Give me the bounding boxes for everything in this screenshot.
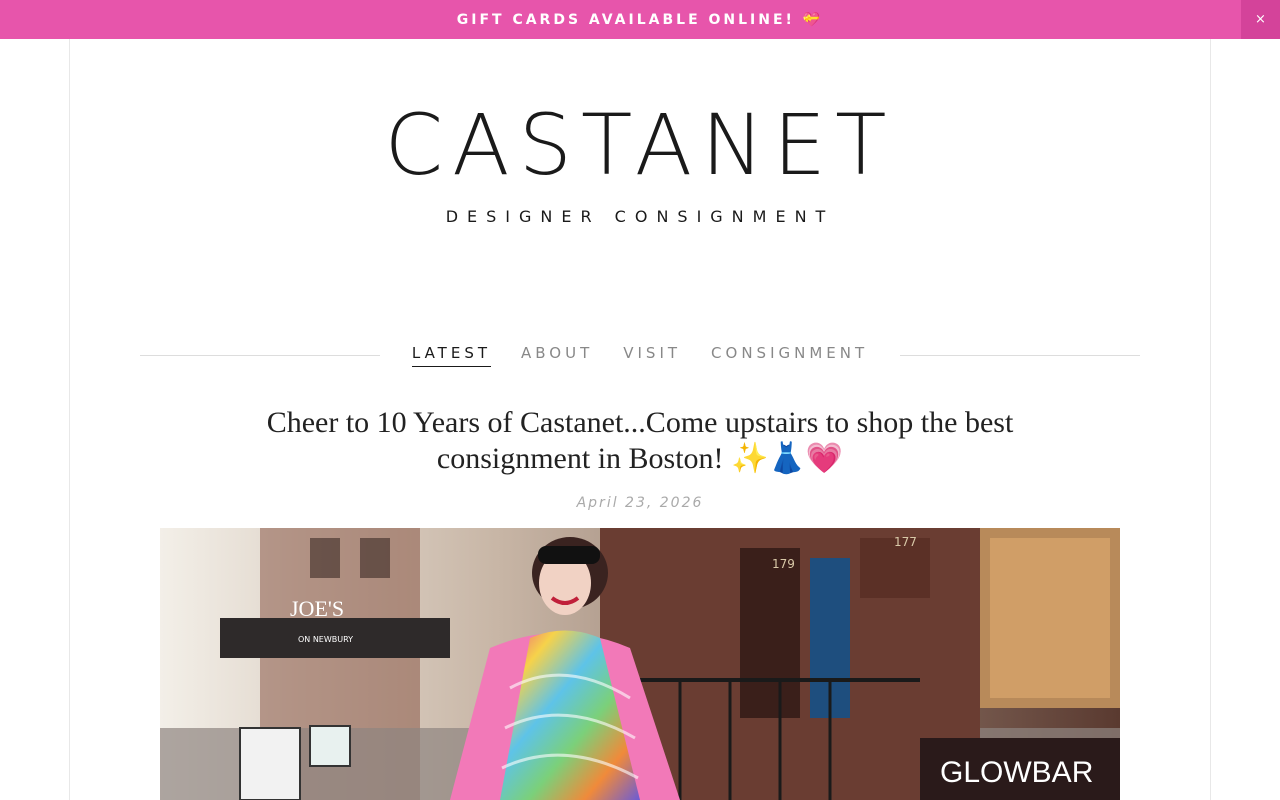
logo-name: CASTANET [384, 96, 896, 194]
hero-number-179: 179 [772, 557, 795, 571]
post-title[interactable]: Cheer to 10 Years of Castanet...Come ups… [200, 405, 1080, 477]
announcement-bar: GIFT CARDS AVAILABLE ONLINE! 💝 × [0, 0, 1280, 39]
close-announcement-button[interactable]: × [1241, 0, 1280, 39]
main-nav: LATEST ABOUT VISIT CONSIGNMENT [140, 335, 1141, 375]
nav-divider-left [140, 354, 380, 356]
post-date: April 23, 2026 [576, 495, 704, 511]
nav-item-consignment[interactable]: CONSIGNMENT [711, 344, 868, 366]
hero-number-177: 177 [894, 535, 917, 549]
nav-item-visit[interactable]: VISIT [623, 344, 681, 366]
site-logo[interactable]: CASTANET DESIGNER CONSIGNMENT [70, 103, 1210, 226]
announcement-text[interactable]: GIFT CARDS AVAILABLE ONLINE! 💝 [457, 12, 823, 28]
page-frame: CASTANET DESIGNER CONSIGNMENT LATEST ABO… [69, 39, 1211, 800]
close-icon: × [1255, 12, 1266, 27]
nav-item-latest[interactable]: LATEST [411, 344, 491, 367]
logo-tagline: DESIGNER CONSIGNMENT [445, 207, 835, 226]
post-hero-image[interactable]: JOE'S ON NEWBURY 179 177 GLOWBAR [160, 528, 1120, 800]
nav-item-about[interactable]: ABOUT [521, 344, 593, 366]
nav-divider-right [900, 354, 1141, 356]
hero-sign-newbury: ON NEWBURY [298, 635, 353, 644]
hero-sign-glowbar: GLOWBAR [940, 756, 1093, 789]
hero-sign-joes: JOE'S [290, 596, 344, 621]
